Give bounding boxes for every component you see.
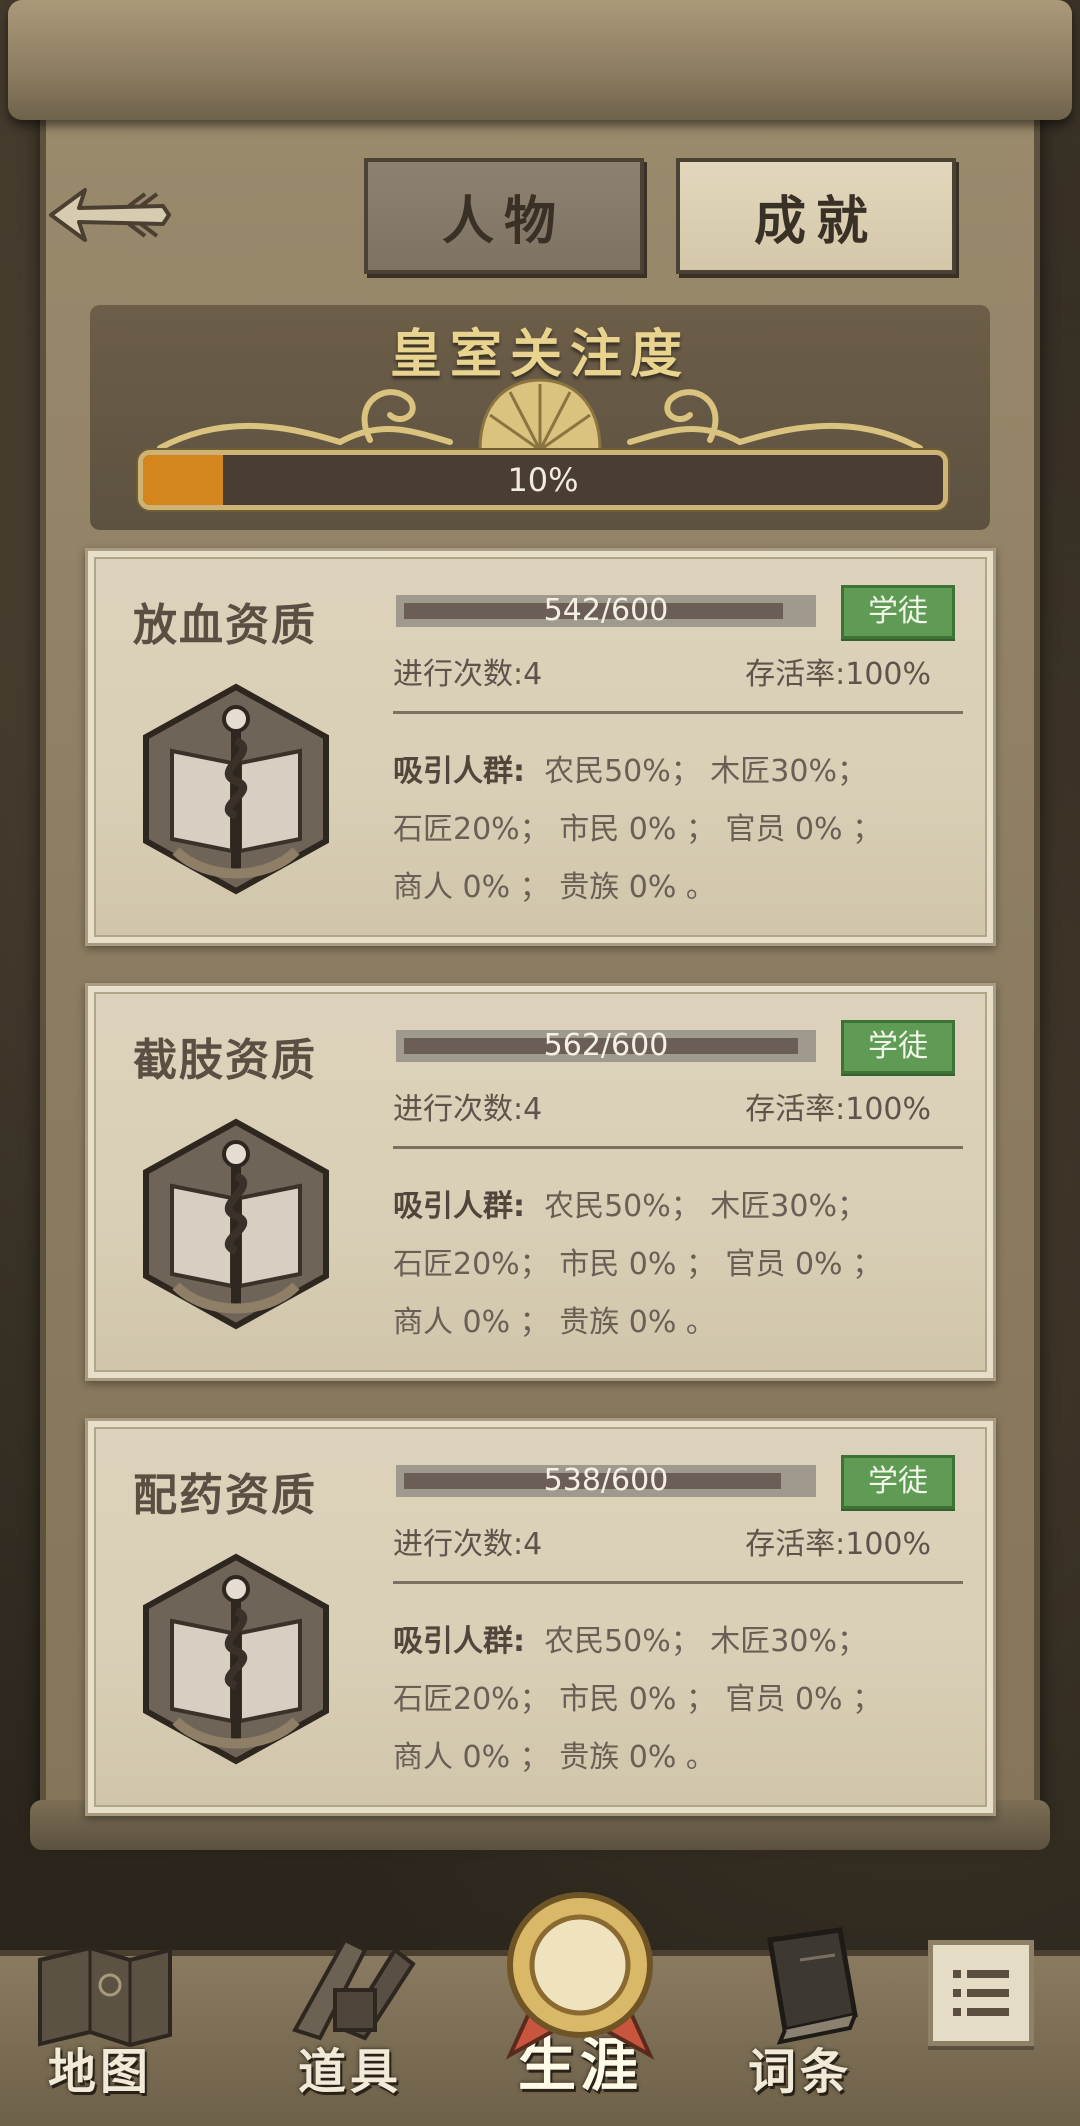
- book-icon: [767, 1927, 858, 2045]
- attract-line-1: 农民50%； 木匠30%；: [544, 1624, 867, 1659]
- scroll-top-roll: [8, 0, 1072, 120]
- tab-achievements[interactable]: 成就: [676, 158, 956, 274]
- skill-card-amputation[interactable]: 截肢资质 562/600 学徒 进行次数:4 存活率:100% 吸引人群: 农民…: [85, 983, 996, 1381]
- attract-line-1: 农民50%； 木匠30%；: [544, 1189, 867, 1224]
- nav-item-career[interactable]: 生涯: [480, 1892, 680, 2120]
- nav-item-items[interactable]: 道具: [250, 1920, 450, 2120]
- survival-rate: 存活率:100%: [745, 657, 931, 692]
- divider: [393, 711, 963, 714]
- divider: [393, 1581, 963, 1584]
- nav-item-entries[interactable]: 词条: [700, 1920, 900, 2120]
- medical-book-emblem-icon: [143, 683, 329, 895]
- skill-card-pharmacy[interactable]: 配药资质 538/600 学徒 进行次数:4 存活率:100% 吸引人群: 农民…: [85, 1418, 996, 1816]
- survival-rate: 存活率:100%: [745, 1092, 931, 1127]
- attract-label: 吸引人群:: [393, 1624, 525, 1659]
- skill-progress-label: 542/600: [543, 593, 669, 628]
- attempts-count: 进行次数:4: [393, 1092, 543, 1127]
- attract-label: 吸引人群:: [393, 754, 525, 789]
- menu-button[interactable]: [928, 1940, 1034, 2046]
- attract-line-3: 商人 0% ； 贵族 0% 。: [393, 870, 716, 905]
- attract-line-2: 石匠20%； 市民 0% ； 官员 0% ；: [393, 1682, 883, 1717]
- attracted-groups: 吸引人群: 农民50%； 木匠30%； 石匠20%； 市民 0% ； 官员 0%…: [393, 1178, 973, 1352]
- survival-rate: 存活率:100%: [745, 1527, 931, 1562]
- tab-people[interactable]: 人物: [364, 158, 644, 274]
- attracted-groups: 吸引人群: 农民50%； 木匠30%； 石匠20%； 市民 0% ； 官员 0%…: [393, 1613, 973, 1787]
- skill-progress-label: 538/600: [543, 1463, 669, 1498]
- attract-line-2: 石匠20%； 市民 0% ； 官员 0% ；: [393, 812, 883, 847]
- rank-badge: 学徒: [841, 1455, 955, 1509]
- attracted-groups: 吸引人群: 农民50%； 木匠30%； 石匠20%； 市民 0% ； 官员 0%…: [393, 743, 973, 917]
- nav-item-map[interactable]: 地图: [0, 1920, 200, 2120]
- royal-attention-percent: 10%: [507, 461, 579, 499]
- attempts-count: 进行次数:4: [393, 1527, 543, 1562]
- rank-badge: 学徒: [841, 585, 955, 639]
- attract-line-3: 商人 0% ； 贵族 0% 。: [393, 1740, 716, 1775]
- skill-progress-bar: 562/600: [396, 1030, 816, 1062]
- divider: [393, 1146, 963, 1149]
- back-button[interactable]: [40, 170, 180, 260]
- attract-line-1: 农民50%； 木匠30%；: [544, 754, 867, 789]
- skill-progress-bar: 542/600: [396, 595, 816, 627]
- attract-label: 吸引人群:: [393, 1189, 525, 1224]
- skill-progress-bar: 538/600: [396, 1465, 816, 1497]
- royal-attention-progress: 10%: [138, 450, 948, 510]
- attract-line-2: 石匠20%； 市民 0% ； 官员 0% ；: [393, 1247, 883, 1282]
- medal-icon: [505, 1892, 655, 2060]
- medical-book-emblem-icon: [143, 1118, 329, 1330]
- skill-progress-label: 562/600: [543, 1028, 669, 1063]
- gold-ornament-icon: [157, 378, 923, 452]
- card-title: 配药资质: [133, 1470, 317, 1521]
- card-title: 放血资质: [133, 600, 317, 651]
- items-icon: [292, 1937, 416, 2041]
- medical-book-emblem-icon: [143, 1553, 329, 1765]
- attempts-count: 进行次数:4: [393, 657, 543, 692]
- skill-card-bloodletting[interactable]: 放血资质 542/600 学徒 进行次数:4 存活率:100% 吸引人群: 农民…: [85, 548, 996, 946]
- rank-badge: 学徒: [841, 1020, 955, 1074]
- attract-line-3: 商人 0% ； 贵族 0% 。: [393, 1305, 716, 1340]
- back-arrow-icon: [49, 188, 171, 242]
- map-icon: [38, 1945, 172, 2048]
- card-title: 截肢资质: [133, 1035, 317, 1086]
- list-icon: [953, 1970, 1009, 2016]
